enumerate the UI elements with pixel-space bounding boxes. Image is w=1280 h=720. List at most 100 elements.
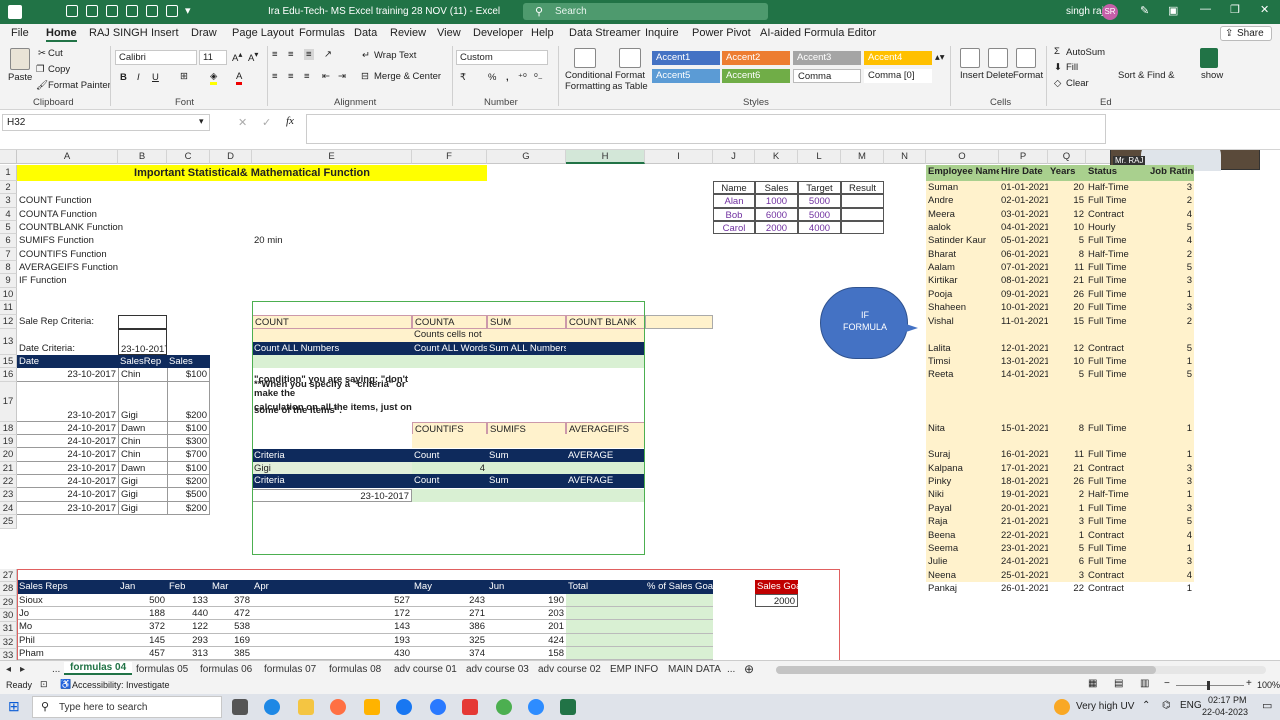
paste-icon[interactable] [10,48,30,70]
close-icon[interactable]: ✕ [1260,3,1269,16]
count-result-cell[interactable] [566,355,645,368]
emp-table-cell[interactable]: Niki [926,488,999,501]
align-right-icon[interactable]: ≡ [304,71,310,82]
count-result-cell[interactable] [412,355,487,368]
row-header-28[interactable]: 28 [0,582,17,596]
column-header-b[interactable]: B [118,150,167,164]
emp-table-cell[interactable]: Suraj [926,448,999,461]
zoom-out-icon[interactable]: − [1164,678,1170,689]
zoom-level[interactable]: 100% [1257,680,1280,690]
align-middle-icon[interactable]: ≡ [288,49,294,60]
reps-table-cell[interactable]: Jo [17,607,118,620]
emp-table-cell[interactable]: 18-01-2021 [999,475,1048,488]
row-header-18[interactable]: 18 [0,422,17,435]
sort-filter-button[interactable]: Sort & [1118,70,1144,81]
autosum-button[interactable]: AutoSum [1066,47,1105,58]
emp-table-cell[interactable]: 15 [1048,194,1086,207]
menu-data[interactable]: Data [354,27,377,39]
folder-icon[interactable] [364,699,380,715]
ifs-row2-header[interactable]: Criteria [252,474,412,488]
emp-table-cell[interactable]: 04-01-2021 [999,221,1048,234]
function-list-item[interactable]: COUNTBLANK Function [17,221,167,234]
emp-table-cell[interactable]: 1 [1148,582,1194,595]
sales-rep-cell[interactable]: Chin [118,435,167,448]
ifs-table-blank[interactable] [566,434,645,448]
menu-formulas[interactable]: Formulas [299,27,345,39]
emp-table-cell[interactable]: Aalam [926,261,999,274]
row-header-17[interactable]: 17 [0,382,17,422]
tab-scroll-right-icon[interactable]: ▸ [20,664,25,675]
row-header-13[interactable]: 13 [0,329,17,355]
wrap-text-button[interactable]: Wrap Text [374,50,416,61]
menu-file[interactable]: File [11,27,29,39]
emp-table-cell[interactable]: Andre [926,194,999,207]
reps-table-cell[interactable]: 527 [252,594,412,607]
format-cells-button[interactable]: Format [1013,70,1043,81]
zoom-in-icon[interactable]: + [1246,678,1252,689]
emp-table-cell[interactable]: 5 [1148,261,1194,274]
horizontal-scrollbar[interactable] [776,666,1266,674]
reps-result-cell[interactable] [645,620,713,634]
clock-time[interactable]: 02:17 PM [1208,695,1247,705]
emp-table-cell[interactable]: 24-01-2021 [999,555,1048,568]
ribbon-display-icon[interactable]: ▣ [1168,4,1178,17]
merge-center-button[interactable]: Merge & Center [374,71,441,82]
reps-table-cell[interactable]: 440 [167,607,210,620]
reps-result-cell[interactable] [566,647,645,660]
menu-draw[interactable]: Draw [191,27,217,39]
row-header-7[interactable]: 7 [0,248,17,261]
decrease-indent-icon[interactable]: ⇤ [322,71,330,82]
sales-rep-cell[interactable]: Gigi [118,475,167,488]
column-header-k[interactable]: K [755,150,798,164]
row-header-6[interactable]: 6 [0,234,17,248]
tab-formulas-06[interactable]: formulas 06 [200,664,252,675]
emp-table-cell[interactable]: Meera [926,208,999,221]
menu-review[interactable]: Review [390,27,426,39]
style-accent2[interactable]: Accent2 [722,51,790,65]
insert-cells-button[interactable]: Insert [960,70,984,81]
emp-table-cell[interactable]: 1 [1148,542,1194,555]
ifs-table-blank[interactable] [412,434,487,448]
underline-button[interactable]: U [152,72,159,83]
count-table-dark[interactable]: Sum ALL Numbers [487,342,566,355]
ifs-row2-header[interactable]: AVERAGE [566,474,645,488]
emp-table-cell[interactable]: Half-Time [1086,181,1148,194]
row-header-8[interactable]: 8 [0,261,17,274]
italic-button[interactable]: I [137,72,140,83]
ifs-result-cell[interactable] [487,489,566,502]
tab-adv-course-03[interactable]: adv course 03 [466,664,529,675]
emp-table-cell[interactable]: 05-01-2021 [999,234,1048,247]
task-view-icon[interactable] [232,699,248,715]
function-list-item[interactable]: COUNTA Function [17,208,167,221]
emp-table-cell[interactable]: Julie [926,555,999,568]
reps-table-cell[interactable]: 313 [167,647,210,660]
reps-table-cell[interactable]: 457 [118,647,167,660]
count-table-empty[interactable] [645,315,713,329]
increase-indent-icon[interactable]: ⇥ [338,71,346,82]
row-header-10[interactable]: 10 [0,288,17,301]
emp-table-cell[interactable]: 15 [1048,315,1086,328]
emp-table-cell[interactable]: Contract [1086,462,1148,475]
reps-table-cell[interactable]: 424 [487,634,566,647]
emp-table-cell[interactable]: Reeta [926,368,999,381]
sales-amount-cell[interactable]: $100 [167,462,210,475]
row-header-22[interactable]: 22 [0,475,17,488]
emp-table-cell[interactable]: 4 [1148,529,1194,542]
reps-result-cell[interactable] [645,647,713,660]
conditional-formatting-icon[interactable] [574,48,596,68]
if-table-cell[interactable]: 5000 [798,208,841,221]
sales-rep-cell[interactable]: Chin [118,448,167,462]
emp-table-header[interactable]: Job Rating [1148,165,1194,181]
column-header-q[interactable]: Q [1048,150,1086,164]
emp-table-cell[interactable]: Suman [926,181,999,194]
network-icon[interactable]: ⌬ [1162,700,1171,711]
emp-table-cell[interactable]: 5 [1148,221,1194,234]
emp-table-cell[interactable]: Full Time [1086,288,1148,301]
paste-label[interactable]: Paste [8,72,32,83]
pen-icon[interactable]: ✎ [1140,4,1149,17]
if-table-cell[interactable]: Bob [713,208,755,221]
row-header-20[interactable]: 20 [0,448,17,462]
row-header-1[interactable]: 1 [0,165,17,181]
emp-table-cell[interactable]: Contract [1086,342,1148,355]
name-box-dropdown-icon[interactable]: ▾ [199,116,204,127]
